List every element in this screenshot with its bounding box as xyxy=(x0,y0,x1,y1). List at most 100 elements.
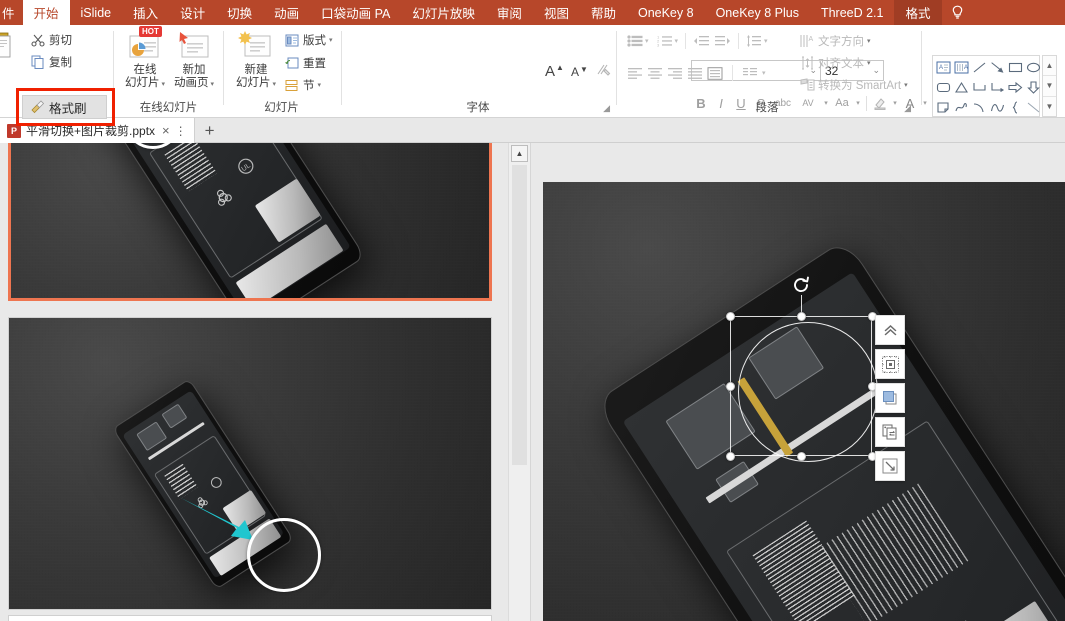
scrollbar-thumb[interactable] xyxy=(512,165,527,465)
align-text-button[interactable]: 对齐文本 ▾ xyxy=(799,53,871,73)
online-slides-button[interactable]: HOT 在线 幻灯片 ▾ xyxy=(117,26,173,90)
shapes-scroll-down-icon[interactable]: ▼ xyxy=(1043,76,1056,97)
convert-smartart-button[interactable]: 转换为 SmartArt ▾ xyxy=(799,75,908,95)
shape-fill-style-icon[interactable] xyxy=(875,383,905,413)
new-slide-button[interactable]: 新建 幻灯片 ▾ xyxy=(228,28,284,90)
chevron-down-icon[interactable]: ▾ xyxy=(329,36,333,44)
reset-button[interactable]: 重置 xyxy=(284,53,326,73)
cut-button[interactable]: 剪切 xyxy=(30,30,72,50)
slide-canvas-area[interactable] xyxy=(541,143,1065,621)
new-tab-button[interactable]: + xyxy=(195,118,225,143)
vertical-text-box-icon[interactable]: A xyxy=(952,57,970,77)
add-animation-page-button[interactable]: 新加 动画页 ▾ xyxy=(166,28,222,90)
selection-handle-n[interactable] xyxy=(797,312,806,321)
selection-handle-nw[interactable] xyxy=(726,312,735,321)
shapes-scroll-up-icon[interactable]: ▲ xyxy=(1043,56,1056,77)
chevron-down-icon[interactable]: ▾ xyxy=(210,80,214,88)
format-painter-button[interactable]: 格式刷 xyxy=(22,95,107,119)
right-arrow-icon[interactable] xyxy=(1006,77,1024,97)
layout-button[interactable]: 版式 ▾ xyxy=(284,30,333,50)
more-options-icon[interactable] xyxy=(875,315,905,345)
tab-insert[interactable]: 插入 xyxy=(122,0,169,25)
justify-icon[interactable] xyxy=(687,65,703,81)
align-left-icon[interactable] xyxy=(627,65,643,81)
shapes-gallery-scrollbar[interactable]: ▲ ▼ ▼ xyxy=(1042,55,1057,117)
tab-view[interactable]: 视图 xyxy=(533,0,580,25)
slide-thumbnail-2[interactable] xyxy=(8,317,492,610)
slide-thumbnail-1[interactable]: UL xyxy=(8,143,492,301)
layout-options-icon[interactable] xyxy=(875,349,905,379)
tab-slideshow[interactable]: 幻灯片放映 xyxy=(401,0,486,25)
scribble-icon[interactable] xyxy=(952,97,970,117)
left-brace-icon[interactable] xyxy=(1006,97,1024,117)
arrow-icon[interactable] xyxy=(988,57,1006,77)
shapes-more-icon[interactable]: ▼ xyxy=(1043,97,1056,116)
tab-menu-icon[interactable]: ⋮ xyxy=(175,124,187,138)
elbow-arrow-connector-icon[interactable] xyxy=(988,77,1006,97)
curve-icon[interactable] xyxy=(988,97,1006,117)
thumbnail-pane-scrollbar[interactable]: ▲ xyxy=(508,143,530,621)
distribute-text-icon[interactable] xyxy=(707,65,723,81)
clear-formatting-button[interactable] xyxy=(595,60,611,80)
rectangle-icon[interactable] xyxy=(1006,57,1024,77)
copy-style-icon[interactable] xyxy=(875,417,905,447)
tab-file[interactable]: 件 xyxy=(0,0,23,25)
chevron-down-icon[interactable]: ▾ xyxy=(161,80,165,88)
chevron-down-icon[interactable]: ▾ xyxy=(867,37,871,45)
slide-canvas[interactable] xyxy=(543,182,1065,621)
chevron-down-icon[interactable]: ▾ xyxy=(318,81,322,89)
rounded-rectangle-icon[interactable] xyxy=(934,77,952,97)
align-center-icon[interactable] xyxy=(647,65,663,81)
selected-oval-shape[interactable] xyxy=(738,322,878,462)
tab-transitions[interactable]: 切换 xyxy=(216,0,263,25)
elbow-connector-icon[interactable] xyxy=(970,77,988,97)
line-icon[interactable] xyxy=(970,57,988,77)
shrink-font-button[interactable]: A ▼ xyxy=(571,62,590,82)
chevron-down-icon[interactable]: ▾ xyxy=(645,37,649,45)
pane-divider[interactable] xyxy=(530,143,541,621)
oval-icon[interactable] xyxy=(1024,57,1042,77)
chevron-down-icon[interactable]: ▾ xyxy=(764,37,768,45)
triangle-icon[interactable] xyxy=(952,77,970,97)
text-direction-button[interactable]: A 文字方向 ▾ xyxy=(799,31,871,51)
document-tab[interactable]: P 平滑切换+图片裁剪.pptx × ⋮ xyxy=(0,118,195,143)
paste-button[interactable]: 粘贴 xyxy=(0,27,24,76)
size-position-icon[interactable] xyxy=(875,451,905,481)
decrease-indent-icon[interactable] xyxy=(693,33,710,49)
chevron-down-icon[interactable]: ▾ xyxy=(904,81,908,89)
text-box-icon[interactable]: A xyxy=(934,57,952,77)
tab-format[interactable]: 格式 xyxy=(894,0,942,25)
align-right-icon[interactable] xyxy=(667,65,683,81)
diagonal-line-icon[interactable] xyxy=(1024,97,1042,117)
tab-review[interactable]: 审阅 xyxy=(486,0,533,25)
close-icon[interactable]: × xyxy=(162,123,170,138)
arc-icon[interactable] xyxy=(970,97,988,117)
columns-icon[interactable] xyxy=(742,65,758,81)
slide-thumbnail-pane[interactable]: UL xyxy=(0,143,508,621)
shapes-gallery[interactable]: A A xyxy=(932,55,1040,117)
down-arrow-icon[interactable] xyxy=(1024,77,1042,97)
tab-pocket-animation[interactable]: 口袋动画 PA xyxy=(310,0,401,25)
lightbulb-icon[interactable] xyxy=(942,0,974,25)
chevron-down-icon[interactable]: ▾ xyxy=(762,69,766,77)
tab-onekey8[interactable]: OneKey 8 xyxy=(627,0,705,25)
chevron-down-icon[interactable]: ▾ xyxy=(272,80,276,88)
tab-threed[interactable]: ThreeD 2.1 xyxy=(810,0,895,25)
paragraph-dialog-launcher[interactable]: ◢ xyxy=(904,103,911,114)
increase-indent-icon[interactable] xyxy=(715,33,731,49)
rotate-icon[interactable] xyxy=(790,274,812,296)
bulleted-list-icon[interactable] xyxy=(627,33,643,49)
selection-handle-w[interactable] xyxy=(726,382,735,391)
tab-animations[interactable]: 动画 xyxy=(263,0,310,25)
chevron-down-icon[interactable]: ▾ xyxy=(675,37,679,45)
tab-design[interactable]: 设计 xyxy=(169,0,216,25)
line-spacing-icon[interactable] xyxy=(746,33,762,49)
copy-button[interactable]: 复制 xyxy=(30,52,72,72)
numbered-list-icon[interactable]: 1 2 3 xyxy=(657,33,673,49)
tab-help[interactable]: 帮助 xyxy=(580,0,627,25)
tab-onekey8plus[interactable]: OneKey 8 Plus xyxy=(705,0,810,25)
chevron-down-icon[interactable]: ▾ xyxy=(867,59,871,67)
slide-thumbnail-3[interactable] xyxy=(8,615,492,621)
scroll-up-icon[interactable]: ▲ xyxy=(511,145,528,162)
section-button[interactable]: 节 ▾ xyxy=(284,75,321,95)
